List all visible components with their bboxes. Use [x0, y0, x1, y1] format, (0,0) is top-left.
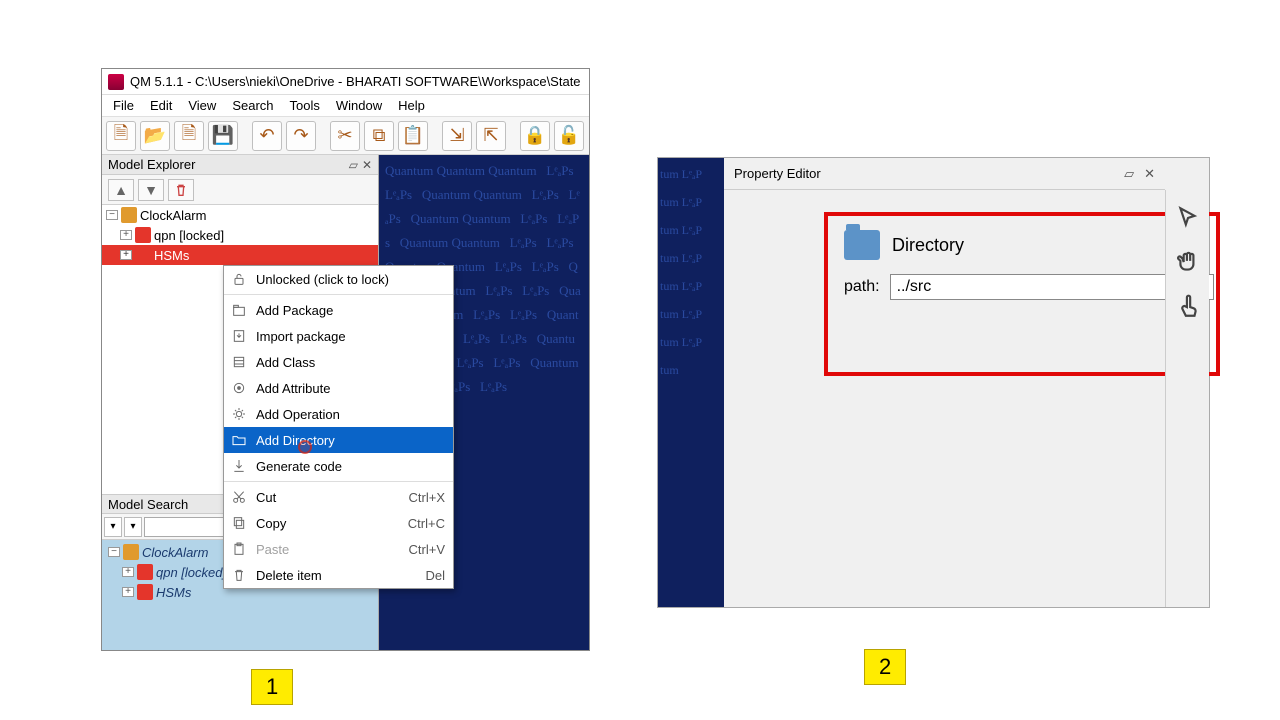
pointer-tool-icon[interactable]	[1172, 202, 1204, 234]
tool-redo-icon[interactable]: ↷	[286, 121, 316, 151]
cut-icon	[230, 488, 248, 506]
class-icon	[230, 353, 248, 371]
titlebar: QM 5.1.1 - C:\Users\nieki\OneDrive - BHA…	[102, 69, 589, 95]
tree-row[interactable]: + qpn [locked]	[102, 225, 378, 245]
tool-cut-icon[interactable]: ✂	[330, 121, 360, 151]
nav-delete-icon[interactable]	[168, 179, 194, 201]
ctx-copy[interactable]: CopyCtrl+C	[224, 510, 453, 536]
paste-icon	[230, 540, 248, 558]
context-menu: Unlocked (click to lock) Add PackageImpor…	[223, 265, 454, 589]
import-icon	[230, 327, 248, 345]
lock-icon	[230, 270, 248, 288]
tool-new-icon[interactable]: 🗎	[106, 121, 136, 151]
tool-lock-icon[interactable]: 🔒	[520, 121, 550, 151]
tool-saveas-icon[interactable]: 🗎	[174, 121, 204, 151]
package-icon	[123, 544, 139, 560]
menu-edit[interactable]: Edit	[143, 96, 179, 115]
ctx-unlocked-click-to-lock-[interactable]: Unlocked (click to lock)	[224, 266, 453, 292]
search-history-drop-icon[interactable]: ▾	[104, 517, 122, 537]
delete-icon	[230, 566, 248, 584]
canvas-strip: tum LᵉₐP tum LᵉₐP tum LᵉₐP tum LᵉₐP tum …	[658, 158, 724, 607]
property-panel: tum LᵉₐP tum LᵉₐP tum LᵉₐP tum LᵉₐP tum …	[657, 157, 1210, 608]
package-icon	[121, 207, 137, 223]
pane-close-icon[interactable]: ✕	[362, 158, 372, 172]
window-title: QM 5.1.1 - C:\Users\nieki\OneDrive - BHA…	[130, 74, 581, 89]
tool-import-icon[interactable]: ⇱	[476, 121, 506, 151]
menubar: File Edit View Search Tools Window Help	[102, 95, 589, 117]
ctx-add-class[interactable]: Add Class	[224, 349, 453, 375]
property-kind-label: Directory	[892, 235, 964, 256]
folder-icon	[230, 431, 248, 449]
model-search-title: Model Search	[108, 497, 188, 512]
locked-package-icon	[137, 564, 153, 580]
nav-up-icon[interactable]: ▲	[108, 179, 134, 201]
callout-1: 1	[251, 669, 293, 705]
tool-open-icon[interactable]: 📂	[140, 121, 170, 151]
ctx-cut[interactable]: CutCtrl+X	[224, 484, 453, 510]
ctx-import-package[interactable]: Import package	[224, 323, 453, 349]
menu-help[interactable]: Help	[391, 96, 432, 115]
right-toolbar	[1165, 190, 1209, 607]
touch-tool-icon[interactable]	[1172, 290, 1204, 322]
menu-file[interactable]: File	[106, 96, 141, 115]
ctx-generate-code[interactable]: Generate code	[224, 453, 453, 479]
search-mode-drop-icon[interactable]: ▾	[124, 517, 142, 537]
ctx-add-attribute[interactable]: Add Attribute	[224, 375, 453, 401]
ctx-add-operation[interactable]: Add Operation	[224, 401, 453, 427]
ctx-add-directory[interactable]: Add Directory	[224, 427, 453, 453]
ctx-add-package[interactable]: Add Package	[224, 297, 453, 323]
toolbar: 🗎 📂 🗎 💾 ↶ ↷ ✂ ⧉ 📋 ⇲ ⇱ 🔒 🔓	[102, 117, 589, 155]
property-editor-header: Property Editor ▱ ✕	[724, 158, 1165, 190]
menu-tools[interactable]: Tools	[283, 96, 327, 115]
pane-close-icon[interactable]: ✕	[1144, 166, 1155, 182]
tool-copy-icon[interactable]: ⧉	[364, 121, 394, 151]
ctx-delete-item[interactable]: Delete itemDel	[224, 562, 453, 588]
tool-export-icon[interactable]: ⇲	[442, 121, 472, 151]
pane-float-icon[interactable]: ▱	[1124, 166, 1134, 182]
package-icon	[135, 247, 151, 263]
tool-undo-icon[interactable]: ↶	[252, 121, 282, 151]
pane-float-icon[interactable]: ▱	[349, 158, 358, 172]
model-explorer-title: Model Explorer	[108, 157, 195, 172]
ctx-paste[interactable]: PasteCtrl+V	[224, 536, 453, 562]
menu-view[interactable]: View	[181, 96, 223, 115]
menu-window[interactable]: Window	[329, 96, 389, 115]
attribute-icon	[230, 379, 248, 397]
generate-icon	[230, 457, 248, 475]
tree-row[interactable]: − ClockAlarm	[102, 205, 378, 225]
tool-save-icon[interactable]: 💾	[208, 121, 238, 151]
nav-down-icon[interactable]: ▼	[138, 179, 164, 201]
property-editor-title: Property Editor	[734, 166, 821, 181]
package-icon	[137, 584, 153, 600]
copy-icon	[230, 514, 248, 532]
folder-icon	[844, 230, 880, 260]
menu-search[interactable]: Search	[225, 96, 280, 115]
path-label: path:	[844, 278, 880, 296]
hand-tool-icon[interactable]	[1172, 246, 1204, 278]
explorer-toolbar: ▲ ▼	[102, 175, 378, 205]
callout-2: 2	[864, 649, 906, 685]
app-icon	[108, 74, 124, 90]
tool-unlock-icon[interactable]: 🔓	[554, 121, 584, 151]
operation-icon	[230, 405, 248, 423]
tree-row-selected[interactable]: + HSMs	[102, 245, 378, 265]
package-icon	[230, 301, 248, 319]
tool-paste-icon[interactable]: 📋	[398, 121, 428, 151]
model-explorer-header: Model Explorer ▱ ✕	[102, 155, 378, 175]
locked-package-icon	[135, 227, 151, 243]
